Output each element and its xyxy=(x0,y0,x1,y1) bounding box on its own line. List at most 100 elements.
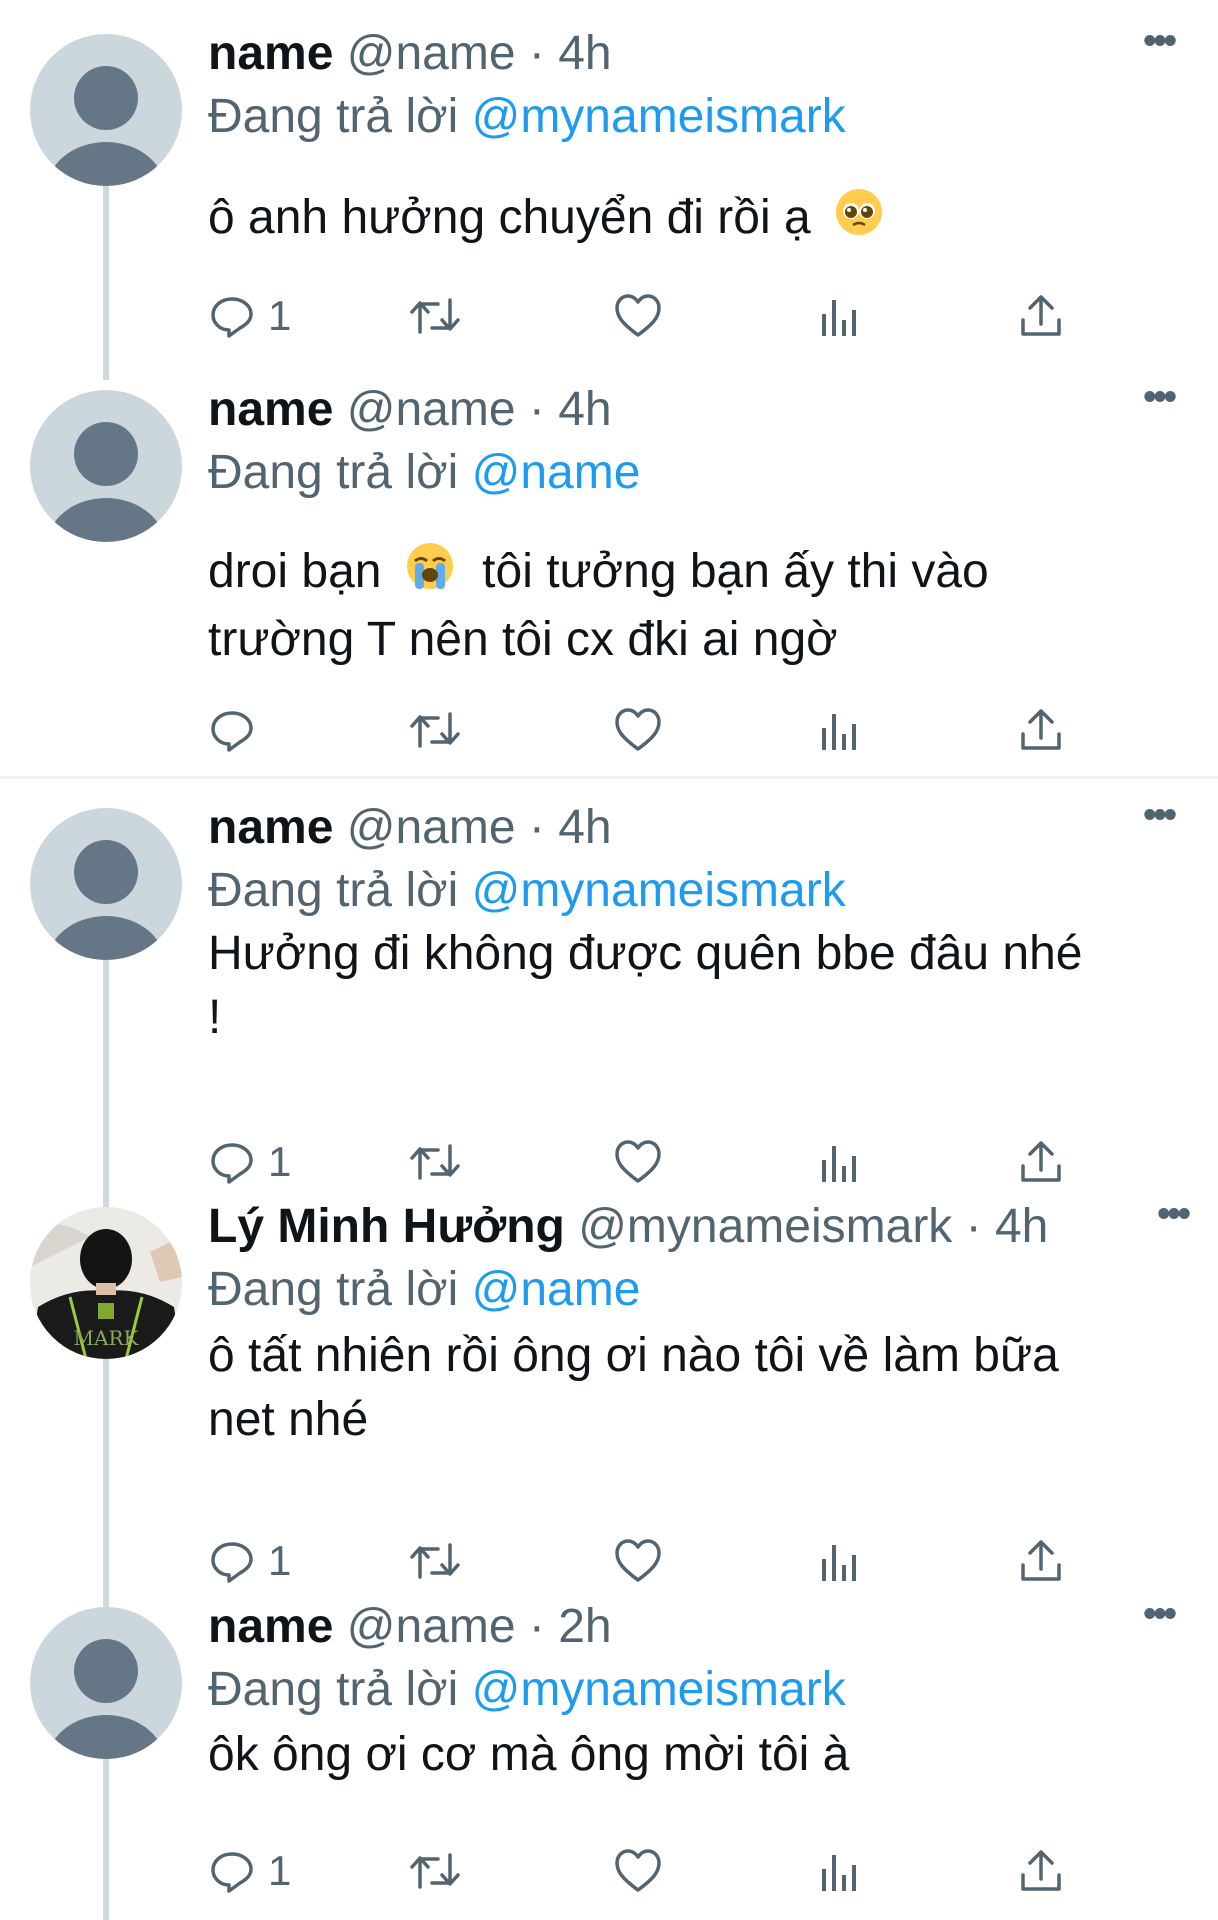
tweet-header: name @name · 4h xyxy=(208,26,612,82)
like-button[interactable] xyxy=(613,286,663,346)
reply-button[interactable] xyxy=(208,700,268,760)
display-name[interactable]: name xyxy=(208,383,333,436)
reply-count: 1 xyxy=(268,1847,292,1894)
timestamp[interactable]: 4h xyxy=(558,383,611,436)
photo-avatar[interactable]: MARK xyxy=(30,1207,182,1359)
like-button[interactable] xyxy=(613,700,663,760)
retweet-button[interactable] xyxy=(408,1841,462,1901)
user-handle[interactable]: @name xyxy=(347,801,516,854)
thread-line xyxy=(103,956,109,1199)
tweet-text-line: droi bạn xyxy=(208,545,382,598)
timestamp[interactable]: 4h xyxy=(558,27,611,80)
replying-to: Đang trả lời @name xyxy=(208,445,640,501)
analytics-button[interactable] xyxy=(818,1841,862,1901)
reply-icon xyxy=(211,1852,253,1893)
replying-to-handle[interactable]: @name xyxy=(472,446,641,499)
display-name[interactable]: name xyxy=(208,1600,333,1653)
avatar[interactable] xyxy=(30,34,182,186)
separator-dot: · xyxy=(528,383,545,436)
replying-to: Đang trả lời @mynameismark xyxy=(208,863,846,919)
tweet-feed: name @name · 4h ••• Đang trả lời @myname… xyxy=(0,0,1218,1920)
retweet-button[interactable] xyxy=(408,286,462,346)
thread-line xyxy=(103,182,109,380)
more-options-icon[interactable]: ••• xyxy=(1143,1593,1177,1636)
share-icon xyxy=(1021,1850,1061,1891)
tweet[interactable]: name @name · 4h ••• Đang trả lời @myname… xyxy=(0,774,1218,1199)
more-options-icon[interactable]: ••• xyxy=(1143,20,1177,63)
tweet-text: ô anh hưởng chuyển đi rồi ạ xyxy=(208,186,1188,254)
replying-label: Đang trả lời xyxy=(208,1663,459,1716)
more-options-icon[interactable]: ••• xyxy=(1157,1193,1191,1236)
replying-to-handle[interactable]: @mynameismark xyxy=(472,90,846,143)
user-handle[interactable]: @mynameismark xyxy=(578,1200,952,1253)
tweet[interactable]: name @name · 4h ••• Đang trả lời @name d… xyxy=(0,356,1218,776)
replying-to: Đang trả lời @mynameismark xyxy=(208,89,846,145)
separator-dot: · xyxy=(528,801,545,854)
separator-dot: · xyxy=(965,1200,982,1253)
share-button[interactable] xyxy=(1018,286,1064,346)
replying-to-handle[interactable]: @name xyxy=(472,1263,641,1316)
reply-button[interactable]: 1 xyxy=(208,286,291,346)
analytics-button[interactable] xyxy=(818,286,862,346)
display-name[interactable]: name xyxy=(208,27,333,80)
share-button[interactable] xyxy=(1018,1841,1064,1901)
thread-line xyxy=(103,1759,109,1920)
share-icon xyxy=(1021,295,1061,336)
tweet-text-line: ô anh hưởng chuyển đi rồi ạ xyxy=(208,191,811,244)
jersey-text: MARK xyxy=(74,1326,140,1350)
tweet-header: name @name · 4h xyxy=(208,382,612,438)
separator-dot: · xyxy=(528,27,545,80)
replying-label: Đang trả lời xyxy=(208,864,459,917)
replying-label: Đang trả lời xyxy=(208,1263,459,1316)
tweet-text: Hưởng đi không được quên bbe đâu nhé ! xyxy=(208,922,1188,1050)
tweet-text: ôk ông ơi cơ mà ông mời tôi à xyxy=(208,1723,1188,1787)
tweet-text-line: net nhé xyxy=(208,1393,369,1446)
analytics-button[interactable] xyxy=(818,700,862,760)
tweet-text-line: ôk ông ơi cơ mà ông mời tôi à xyxy=(208,1728,850,1781)
tweet-actions: 1 xyxy=(208,286,1088,346)
timestamp[interactable]: 2h xyxy=(558,1600,611,1653)
like-button[interactable] xyxy=(613,1841,663,1901)
avatar[interactable] xyxy=(30,1607,182,1759)
tweet[interactable]: MARK Lý Minh Hưởng @mynameismark · 4h ••… xyxy=(0,1173,1218,1600)
share-button[interactable] xyxy=(1018,700,1064,760)
avatar[interactable] xyxy=(30,390,182,542)
analytics-icon xyxy=(822,714,856,750)
timestamp[interactable]: 4h xyxy=(995,1200,1048,1253)
tweet-header: Lý Minh Hưởng @mynameismark · 4h xyxy=(208,1199,1048,1255)
tweet-actions: 1 xyxy=(208,1841,1088,1901)
more-options-icon[interactable]: ••• xyxy=(1143,794,1177,837)
analytics-icon xyxy=(822,1855,856,1891)
retweet-button[interactable] xyxy=(408,700,462,760)
user-handle[interactable]: @name xyxy=(347,1600,516,1653)
retweet-icon xyxy=(410,712,460,748)
tweet-text-line: Hưởng đi không được quên bbe đâu nhé xyxy=(208,927,1083,980)
replying-label: Đang trả lời xyxy=(208,90,459,143)
tweet-text-line: tôi tưởng bạn ấy thi vào xyxy=(482,545,989,598)
user-handle[interactable]: @name xyxy=(347,27,516,80)
thread-line xyxy=(103,1173,109,1207)
analytics-icon xyxy=(822,300,856,336)
display-name[interactable]: Lý Minh Hưởng xyxy=(208,1200,565,1253)
tweet-header: name @name · 4h xyxy=(208,800,612,856)
retweet-icon xyxy=(410,1853,460,1889)
like-icon xyxy=(615,294,661,337)
like-icon xyxy=(615,708,661,751)
user-handle[interactable]: @name xyxy=(347,383,516,436)
replying-to-handle[interactable]: @mynameismark xyxy=(472,864,846,917)
reply-icon xyxy=(211,297,253,338)
replying-to: Đang trả lời @mynameismark xyxy=(208,1662,846,1718)
avatar[interactable] xyxy=(30,808,182,960)
reply-button[interactable]: 1 xyxy=(208,1841,291,1901)
replying-label: Đang trả lời xyxy=(208,446,459,499)
tweet-actions xyxy=(208,700,1088,760)
timestamp[interactable]: 4h xyxy=(558,801,611,854)
tweet[interactable]: name @name · 4h ••• Đang trả lời @myname… xyxy=(0,0,1218,380)
tweet[interactable]: name @name · 2h ••• Đang trả lời @myname… xyxy=(0,1573,1218,1920)
tweet-text-line: ! xyxy=(208,991,222,1044)
tweet-text-line: ô tất nhiên rồi ông ơi nào tôi về làm bữ… xyxy=(208,1329,1059,1382)
replying-to-handle[interactable]: @mynameismark xyxy=(472,1663,846,1716)
like-icon xyxy=(615,1849,661,1892)
more-options-icon[interactable]: ••• xyxy=(1143,376,1177,419)
display-name[interactable]: name xyxy=(208,801,333,854)
